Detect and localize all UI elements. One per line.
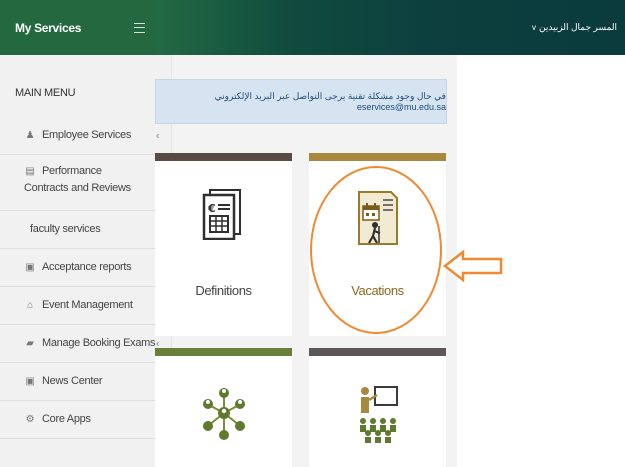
sidebar-item-core-apps[interactable]: ⚙ Core Apps ‹ [0, 401, 172, 439]
institution-icon: ⌂ [27, 300, 33, 311]
chevron-left-icon: ‹ [156, 130, 160, 141]
documents-icon: € [202, 189, 241, 240]
sidebar-item-label: News Center [42, 375, 103, 387]
document-icon: ▤ [25, 166, 35, 177]
sidebar-item-label: Core Apps [42, 413, 91, 425]
sidebar-item-label: Event Management [42, 299, 133, 311]
sidebar-item-event-management[interactable]: ⌂ Event Management [0, 287, 172, 325]
sidebar-item-label: ▤ Performance Contracts and Reviews [24, 163, 142, 197]
card-color-bar [155, 153, 292, 161]
sidebar-item-news-center[interactable]: ▣ News Center ‹ [0, 363, 172, 401]
support-alert: في حال وجود مشكلة تقنية يرجى التواصل عبر… [155, 79, 447, 124]
report-icon: ▣ [25, 262, 35, 273]
sidebar-item-label: Employee Services [42, 129, 132, 141]
svg-text:€: € [207, 202, 216, 215]
sidebar-item-employee-services[interactable]: ♟ Employee Services ‹ [0, 117, 172, 155]
card-color-bar [155, 348, 292, 356]
user-name: المسر جمال الزبيدين [539, 22, 617, 32]
support-alert-text: في حال وجود مشكلة تقنية يرجى التواصل عبر… [214, 91, 446, 112]
card-color-bar [309, 348, 446, 356]
sidebar-item-text: Performance Contracts and Reviews [24, 165, 131, 194]
card-label: Definitions [195, 283, 252, 298]
gear-icon: ⚙ [25, 414, 35, 425]
user-menu[interactable]: المسر جمال الزبيدين v [532, 22, 617, 33]
newspaper-icon: ▣ [25, 376, 35, 387]
sidebar-item-label: Acceptance reports [42, 261, 132, 273]
sidebar-menu: ♟ Employee Services ‹ ▤ Performance Contr… [0, 117, 172, 439]
card-vacations[interactable]: Vacations [309, 153, 446, 336]
app-title: My Services [15, 20, 82, 35]
brand-area: My Services [0, 0, 155, 55]
sidebar-item-label: Manage Booking Exams [42, 337, 156, 349]
main-menu-title: MAIN MENU [15, 87, 76, 99]
arrow-left-icon [443, 249, 503, 283]
presentation-icon [360, 386, 398, 443]
top-bar: My Services المسر جمال الزبيدين v [0, 0, 625, 55]
sidebar-item-faculty-services[interactable]: faculty services ‹ [0, 211, 172, 249]
vacation-calendar-icon [358, 191, 398, 245]
card-label: Vacations [351, 283, 404, 298]
card-training[interactable] [309, 348, 446, 467]
chevron-down-icon: v [532, 23, 536, 32]
sidebar-item-manage-booking-exams[interactable]: ▰ Manage Booking Exams ‹ [0, 325, 172, 363]
card-color-bar [309, 153, 446, 161]
card-network-services[interactable] [155, 348, 292, 467]
network-people-icon [203, 388, 245, 440]
person-icon: ♟ [25, 130, 35, 141]
sidebar-item-acceptance-reports[interactable]: ▣ Acceptance reports ‹ [0, 249, 172, 287]
sidebar-item-label: faculty services [30, 223, 101, 235]
card-definitions[interactable]: € Definitions [155, 153, 292, 336]
hamburger-menu-icon[interactable] [134, 22, 145, 33]
sidebar: MAIN MENU ♟ Employee Services ‹ ▤ Perform… [0, 55, 172, 467]
top-bar-fill: المسر جمال الزبيدين v [155, 0, 625, 55]
sidebar-item-performance-contracts[interactable]: ▤Performance Contracts and Reviews ‹ [0, 155, 172, 211]
book-icon: ▰ [26, 338, 34, 349]
